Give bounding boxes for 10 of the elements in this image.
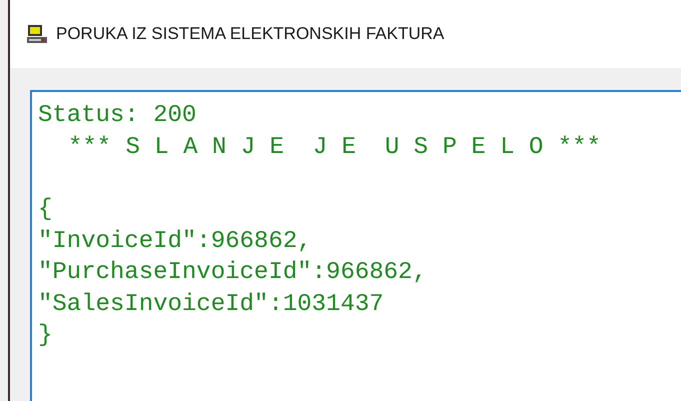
response-line: } xyxy=(38,321,52,351)
success-message: *** S L A N J E J E U S P E L O *** xyxy=(67,132,601,162)
status-line: Status: 200 xyxy=(38,101,196,131)
window-title: PORUKA IZ SISTEMA ELEKTRONSKIH FAKTURA xyxy=(56,24,444,44)
response-line: "SalesInvoiceId":1031437 xyxy=(38,290,384,320)
message-text-area[interactable]: Status: 200 *** S L A N J E J E U S P E L O *** { "InvoiceId":966862, "PurchaseInvoiceId":966862, "SalesInvoiceId":1031437 } xyxy=(30,90,681,401)
response-line: "InvoiceId":966862, xyxy=(38,226,312,256)
computer-icon xyxy=(26,24,48,44)
response-line: { xyxy=(38,195,52,225)
response-line: "PurchaseInvoiceId":966862, xyxy=(38,258,427,288)
